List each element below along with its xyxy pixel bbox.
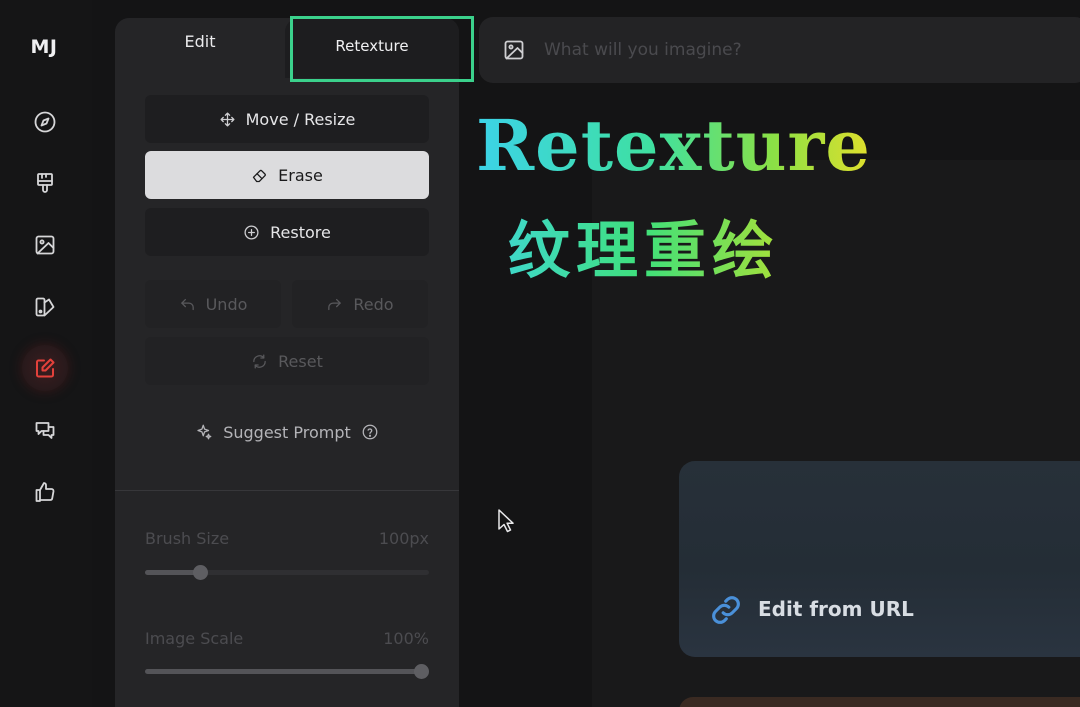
undo-icon — [180, 298, 194, 310]
thumbs-up-icon — [35, 482, 55, 502]
sidebar-item-create[interactable] — [27, 165, 63, 201]
erase-button[interactable]: Erase — [145, 151, 429, 199]
image-scale-label: Image Scale — [145, 629, 244, 648]
image-upload-icon[interactable] — [502, 38, 526, 62]
edit-from-url-card[interactable] — [679, 461, 1080, 657]
brush-size-fill — [145, 570, 200, 575]
brush-icon — [37, 173, 53, 193]
sparkle-icon — [197, 424, 212, 440]
brush-size-slider[interactable] — [145, 565, 429, 580]
sidebar-item-rank[interactable] — [27, 474, 63, 510]
image-scale-fill — [145, 669, 421, 674]
brush-size-value: 100px — [378, 529, 429, 548]
overlay-title: Retexture — [476, 104, 871, 187]
sidebar-item-edit[interactable] — [22, 345, 68, 391]
brush-size-label: Brush Size — [145, 529, 230, 548]
move-resize-label: Move / Resize — [245, 109, 356, 129]
image-icon — [35, 235, 55, 255]
chat-icon — [35, 422, 55, 439]
help-icon[interactable] — [361, 423, 379, 441]
prompt-input[interactable] — [544, 36, 1044, 64]
sidebar-item-personalize[interactable] — [27, 289, 63, 325]
reset-label: Reset — [278, 351, 323, 371]
move-arrows-icon — [220, 111, 235, 127]
plus-circle-icon — [244, 224, 259, 240]
reset-button[interactable]: Reset — [145, 337, 429, 385]
redo-label: Redo — [353, 294, 394, 314]
restore-label: Restore — [270, 222, 331, 242]
move-resize-button[interactable]: Move / Resize — [145, 95, 429, 143]
undo-button[interactable]: Undo — [145, 280, 281, 328]
redo-icon — [328, 298, 342, 310]
sidebar-item-chat[interactable] — [27, 412, 63, 448]
edit-from-url-label: Edit from URL — [758, 597, 914, 621]
mouse-cursor-icon — [498, 509, 514, 533]
next-card[interactable] — [679, 697, 1080, 707]
tab-retexture[interactable]: Retexture — [285, 18, 459, 78]
eraser-icon — [252, 169, 266, 182]
suggest-prompt-label: Suggest Prompt — [223, 422, 351, 442]
redo-button[interactable]: Redo — [292, 280, 428, 328]
app-logo[interactable]: MJ — [0, 36, 88, 58]
image-scale-value: 100% — [383, 629, 429, 648]
link-icon — [712, 596, 740, 624]
refresh-icon — [253, 353, 266, 369]
edit-icon — [36, 358, 55, 378]
palette-icon — [35, 297, 55, 317]
image-scale-slider[interactable] — [145, 664, 429, 679]
suggest-prompt-button[interactable]: Suggest Prompt — [145, 418, 429, 446]
erase-label: Erase — [278, 165, 323, 185]
image-scale-handle[interactable] — [414, 664, 429, 679]
sidebar-item-organize[interactable] — [27, 227, 63, 263]
tab-edit[interactable]: Edit — [115, 18, 285, 78]
undo-label: Undo — [205, 294, 248, 314]
restore-button[interactable]: Restore — [145, 208, 429, 256]
compass-icon — [34, 111, 56, 133]
sidebar-item-explore[interactable] — [27, 104, 63, 140]
brush-size-handle[interactable] — [193, 565, 208, 580]
panel-divider — [115, 490, 459, 491]
overlay-subtitle: 纹理重绘 — [508, 200, 780, 290]
sidebar-rail: MJ — [0, 0, 92, 707]
